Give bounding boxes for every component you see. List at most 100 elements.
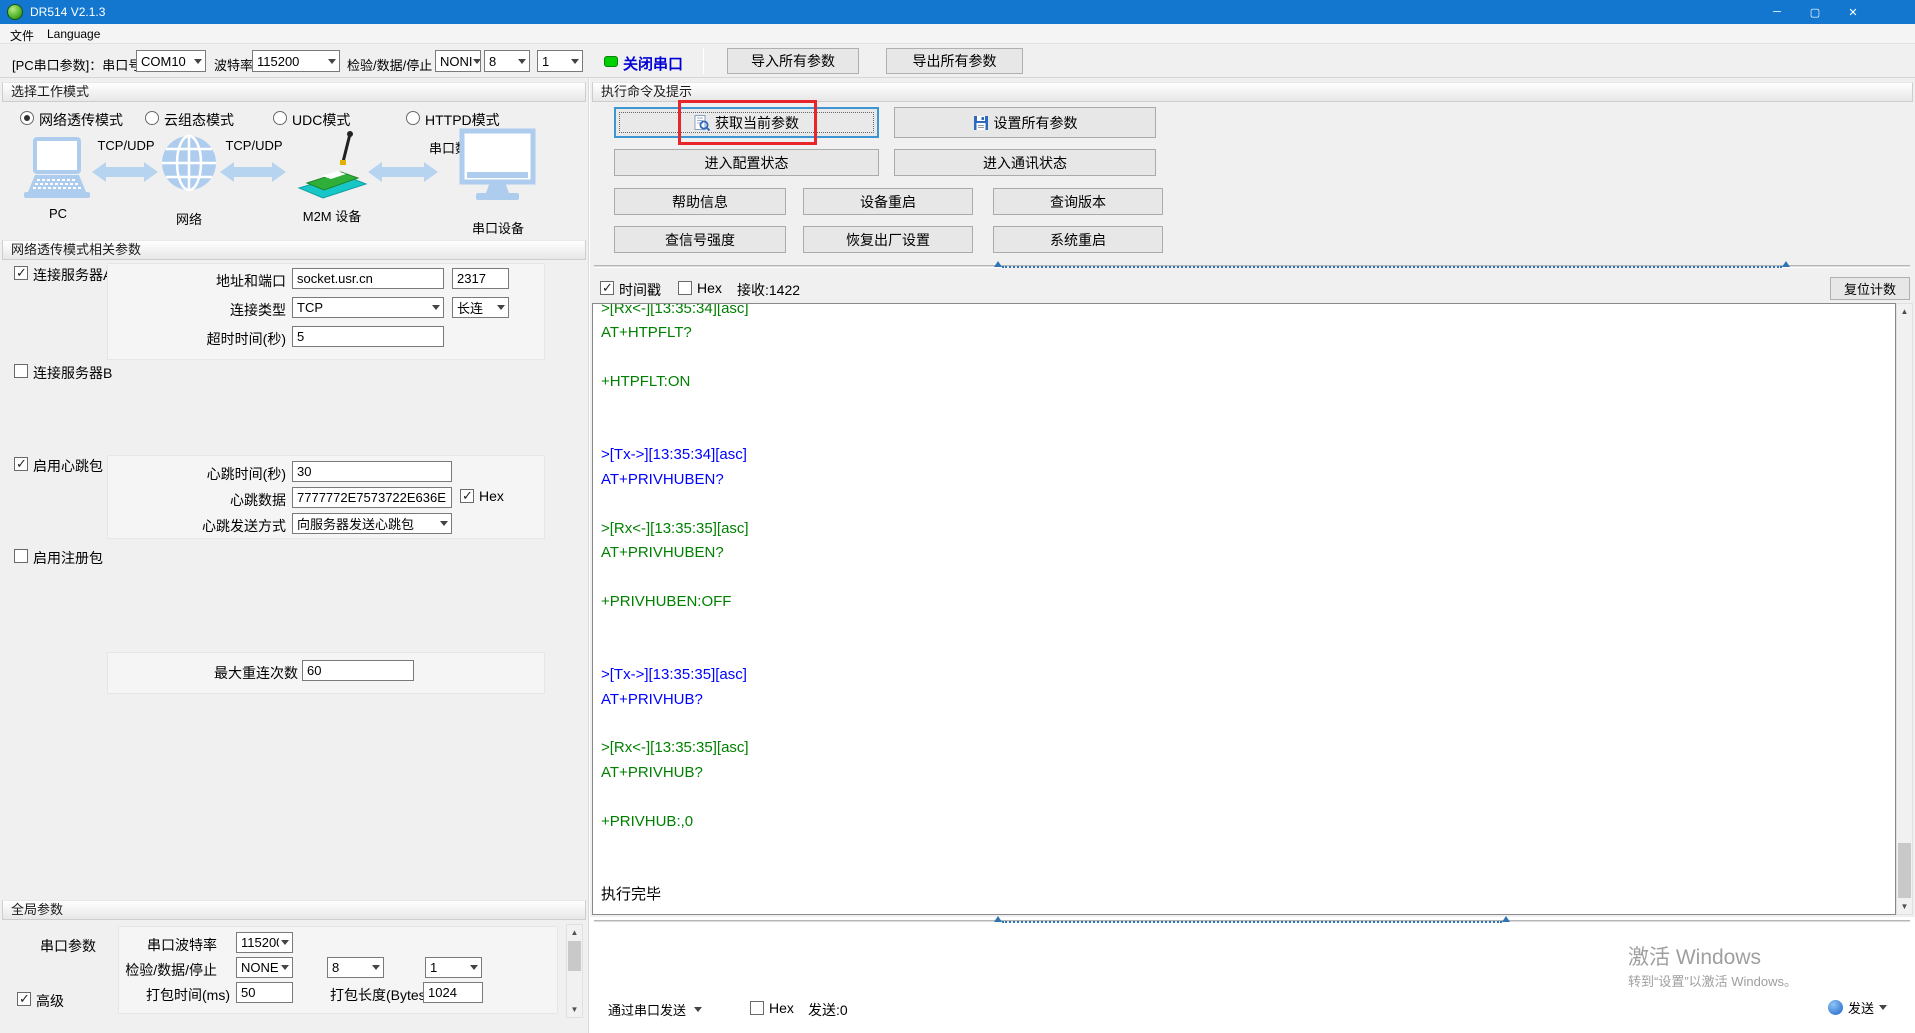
reconnect-input[interactable]: 60 bbox=[302, 660, 414, 681]
splitter-left-marker-icon[interactable] bbox=[994, 916, 1002, 922]
global-params-header: 全局参数 bbox=[2, 900, 586, 920]
heartbeat-time-input[interactable]: 30 bbox=[292, 461, 452, 482]
scroll-up-icon[interactable]: ▲ bbox=[1897, 304, 1912, 319]
set-params-button[interactable]: 设置所有参数 bbox=[894, 107, 1156, 138]
enter-comm-button[interactable]: 进入通讯状态 bbox=[894, 149, 1156, 176]
help-button[interactable]: 帮助信息 bbox=[614, 188, 786, 215]
timeout-label: 超时时间(秒) bbox=[206, 331, 286, 347]
com-port-select[interactable]: COM10 bbox=[136, 50, 206, 72]
stopbits-select[interactable]: 1 bbox=[537, 50, 583, 72]
reset-count-button[interactable]: 复位计数 bbox=[1830, 277, 1910, 300]
app-icon bbox=[7, 4, 23, 20]
dropdown-arrow-icon bbox=[281, 965, 289, 970]
log-scrollbar[interactable]: ▲ ▼ bbox=[1896, 303, 1913, 915]
radio-net-transparent[interactable] bbox=[20, 111, 34, 125]
log-area[interactable]: >[Rx<-][13:35:34][asc] AT+HTPFLT? +HTPFLT… bbox=[592, 303, 1896, 915]
splitter-top-range bbox=[1002, 266, 1782, 268]
menu-file[interactable]: 文件 bbox=[10, 27, 34, 44]
signal-button[interactable]: 查信号强度 bbox=[614, 226, 786, 253]
heartbeat-mode-value: 向服务器发送心跳包 bbox=[297, 517, 415, 532]
splitter-left-marker-icon[interactable] bbox=[994, 261, 1002, 267]
network-globe-icon bbox=[162, 134, 216, 192]
sent-count-label: 发送:0 bbox=[808, 1002, 848, 1018]
export-all-button[interactable]: 导出所有参数 bbox=[886, 48, 1023, 74]
arrow2-icon bbox=[220, 162, 286, 182]
minimize-button[interactable]: ─ bbox=[1758, 0, 1796, 24]
g-baud-label: 串口波特率 bbox=[147, 937, 217, 953]
close-button[interactable]: ✕ bbox=[1834, 0, 1872, 24]
pack-len-input[interactable]: 1024 bbox=[423, 982, 483, 1003]
g-baud-select[interactable]: 115200 bbox=[236, 932, 293, 953]
splitter-right-marker-icon[interactable] bbox=[1502, 916, 1510, 922]
scroll-down-icon[interactable]: ▼ bbox=[1897, 899, 1912, 914]
scroll-up-icon[interactable]: ▲ bbox=[567, 925, 582, 940]
activate-windows-watermark: 激活 Windows bbox=[1628, 946, 1762, 969]
keep-type-value: 长连 bbox=[457, 301, 484, 316]
parity-select[interactable]: NONI bbox=[435, 50, 481, 72]
g-databits-select[interactable]: 8 bbox=[327, 957, 384, 978]
radio-cloud[interactable] bbox=[145, 111, 159, 125]
factory-reset-button[interactable]: 恢复出厂设置 bbox=[803, 226, 973, 253]
send-via-serial-dropdown[interactable]: 通过串口发送 bbox=[608, 1000, 703, 1019]
send-hex-checkbox[interactable] bbox=[750, 1001, 764, 1015]
maximize-button[interactable]: ▢ bbox=[1796, 0, 1834, 24]
send-button[interactable]: 发送 bbox=[1828, 998, 1888, 1017]
scrollbar-thumb[interactable] bbox=[1898, 843, 1911, 898]
dropdown-arrow-icon bbox=[497, 305, 505, 310]
heartbeat-data-input[interactable]: 7777772E7573722E636E bbox=[292, 487, 452, 508]
server-a-checkbox[interactable] bbox=[14, 265, 28, 281]
import-all-button[interactable]: 导入所有参数 bbox=[727, 48, 859, 74]
timeout-input[interactable]: 5 bbox=[292, 326, 444, 347]
heartbeat-hex-label: Hex bbox=[479, 488, 504, 504]
pack-time-label: 打包时间(ms) bbox=[146, 987, 230, 1003]
g-stopbits-select[interactable]: 1 bbox=[425, 957, 482, 978]
g-parity-select[interactable]: NONE bbox=[236, 957, 293, 978]
system-reboot-button[interactable]: 系统重启 bbox=[993, 226, 1163, 253]
radio-httpd[interactable] bbox=[406, 111, 420, 125]
left-panel-scrollbar[interactable]: ▲ ▼ bbox=[566, 924, 583, 1018]
close-port-button[interactable]: 关闭串口 bbox=[623, 53, 683, 74]
g-baud-value: 115200 bbox=[241, 935, 279, 950]
baud-select[interactable]: 115200 bbox=[252, 50, 340, 72]
advanced-checkbox[interactable] bbox=[17, 991, 31, 1007]
log-line: >[Rx<-][13:35:35][asc] bbox=[601, 739, 749, 757]
menu-bar bbox=[0, 24, 1915, 44]
heartbeat-mode-select[interactable]: 向服务器发送心跳包 bbox=[292, 513, 452, 534]
server-b-label: 连接服务器B bbox=[33, 365, 113, 381]
splitter-right-marker-icon[interactable] bbox=[1782, 261, 1790, 267]
register-checkbox[interactable] bbox=[14, 549, 28, 563]
server-port-input[interactable]: 2317 bbox=[452, 268, 509, 289]
enter-config-button[interactable]: 进入配置状态 bbox=[614, 149, 879, 176]
keep-type-select[interactable]: 长连 bbox=[452, 297, 509, 318]
device-reboot-button[interactable]: 设备重启 bbox=[803, 188, 973, 215]
radio-udc[interactable] bbox=[273, 111, 287, 125]
server-b-checkbox[interactable] bbox=[14, 364, 28, 378]
databits-select[interactable]: 8 bbox=[484, 50, 530, 72]
menu-language[interactable]: Language bbox=[47, 27, 100, 41]
log-hex-checkbox[interactable] bbox=[678, 281, 692, 295]
scroll-down-icon[interactable]: ▼ bbox=[567, 1002, 582, 1017]
log-line: AT+HTPFLT? bbox=[601, 324, 692, 342]
dr514-window: { "window": { "title": "DR514 V2.1.3", "… bbox=[0, 0, 1915, 1033]
heartbeat-hex-checkbox[interactable] bbox=[460, 488, 474, 504]
log-line: 执行完毕 bbox=[601, 885, 662, 903]
server-addr-input[interactable]: socket.usr.cn bbox=[292, 268, 444, 289]
stopbits-value: 1 bbox=[542, 53, 550, 69]
conn-type-select[interactable]: TCP bbox=[292, 297, 444, 318]
log-line: >[Rx<-][13:35:34][asc] bbox=[601, 303, 749, 317]
log-line: >[Tx->][13:35:35][asc] bbox=[601, 666, 747, 684]
pack-time-input[interactable]: 50 bbox=[236, 982, 293, 1003]
conn-type-value: TCP bbox=[297, 300, 323, 315]
dropdown-arrow-icon bbox=[694, 1007, 703, 1012]
scrollbar-thumb[interactable] bbox=[568, 941, 581, 971]
pc-laptop-icon bbox=[24, 137, 90, 198]
heartbeat-checkbox[interactable] bbox=[14, 456, 28, 472]
query-version-button[interactable]: 查询版本 bbox=[993, 188, 1163, 215]
timestamp-checkbox[interactable] bbox=[600, 280, 614, 296]
